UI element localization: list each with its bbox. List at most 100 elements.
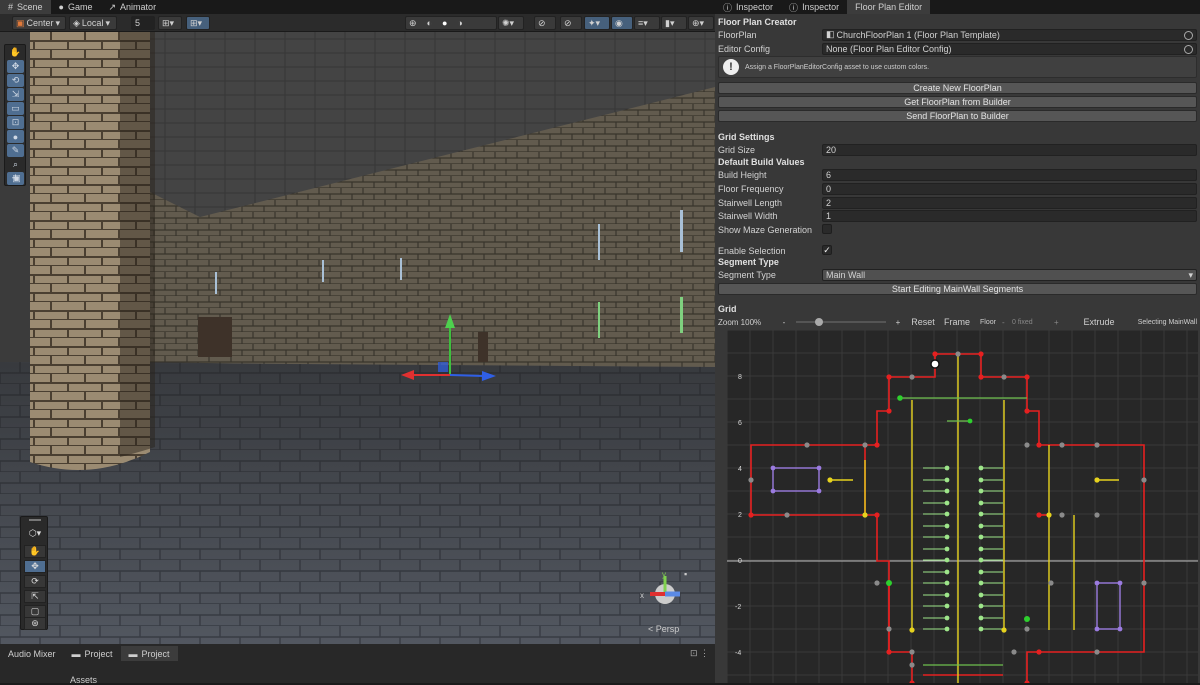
magnifier-icon[interactable]: ⌕ xyxy=(7,158,24,171)
effects-dropdown[interactable]: ✦▾ xyxy=(584,16,610,30)
rotate-tool-button[interactable]: ⟳ xyxy=(24,575,46,588)
zoom-slider[interactable] xyxy=(796,317,886,327)
build-height-field[interactable]: 6 xyxy=(822,168,1197,181)
gizmos-dropdown[interactable]: ⊕▾ xyxy=(688,16,714,30)
grid-visibility-button[interactable]: ⊞▾ xyxy=(186,16,210,30)
scene-visibility-button[interactable]: ◉ xyxy=(611,16,633,30)
grid-size-field[interactable]: 20 xyxy=(822,143,1197,156)
segment-type-dropdown[interactable]: Main Wall ▾ xyxy=(822,268,1197,281)
enable-selection-label: Enable Selection xyxy=(718,245,786,256)
tool-context-dropdown[interactable]: ⬡▾ xyxy=(24,527,46,540)
pivot-icon: ▣ xyxy=(16,17,25,28)
unlit-icon[interactable]: ◑ xyxy=(457,18,462,28)
build-height-row: Build Height 6 xyxy=(718,168,1197,181)
eye-icon: ◉ xyxy=(615,17,623,28)
extrude-button[interactable]: Extrude xyxy=(1074,317,1124,327)
floorplan-field[interactable]: ◧ ChurchFloorPlan 1 (Floor Plan Template) xyxy=(822,28,1197,41)
draw-mode-dropdown[interactable]: ✺▾ xyxy=(498,16,524,30)
asset-icon: ◧ xyxy=(826,29,835,40)
tab-game[interactable]: ● Game xyxy=(51,0,101,14)
enable-selection-checkbox[interactable]: ✓ xyxy=(822,245,832,255)
start-editing-button[interactable]: Start Editing MainWall Segments xyxy=(718,283,1197,295)
editor-config-field[interactable]: None (Floor Plan Editor Config) xyxy=(822,42,1197,55)
send-floorplan-button[interactable]: Send FloorPlan to Builder xyxy=(718,110,1197,122)
move-tool-button[interactable]: ✥ xyxy=(24,560,46,573)
floor-up-button[interactable]: + xyxy=(1054,318,1074,327)
scene-viewport[interactable]: y x ▪ xyxy=(0,32,715,644)
folder-icon: ▬ xyxy=(128,648,138,659)
drag-handle[interactable] xyxy=(29,519,41,521)
2d-toggle-button[interactable]: ⊘ xyxy=(534,16,556,30)
floor-frequency-label: Floor Frequency xyxy=(718,183,784,194)
floor-plan-grid[interactable]: 8 6 4 2 0 -2 -4 xyxy=(727,330,1198,683)
transform-tool-button[interactable]: ⊛ xyxy=(24,617,46,630)
info-icon: ⓘ xyxy=(789,2,799,13)
tab-project-2[interactable]: ▬ Project xyxy=(120,646,178,661)
tab-floor-plan-editor-label: Floor Plan Editor xyxy=(855,2,923,12)
grid-toolbar: Zoom 100% - + Reset Frame Floor - 0 fixe… xyxy=(718,315,1197,329)
rotate-tool-icon[interactable]: ⟲ xyxy=(7,74,24,87)
brush-icon[interactable]: ✎ xyxy=(7,144,24,157)
sphere-icon[interactable]: ● xyxy=(7,130,24,143)
stairwell-width-row: Stairwell Width 1 xyxy=(718,209,1197,222)
segment-type-row: Segment Type Main Wall ▾ xyxy=(718,268,1197,281)
camera-dropdown[interactable]: ▮▾ xyxy=(661,16,687,30)
stairwell-width-field[interactable]: 1 xyxy=(822,209,1197,222)
camera-icon[interactable]: ▣ xyxy=(8,172,25,185)
get-floorplan-button[interactable]: Get FloorPlan from Builder xyxy=(718,96,1197,108)
lock-icon[interactable]: ⊡ ⋮ xyxy=(690,648,709,659)
shaded-icon[interactable]: ● xyxy=(442,18,447,28)
projection-label[interactable]: < Persp xyxy=(648,624,679,634)
wireframe-shading-icon[interactable]: ⊕ xyxy=(409,18,417,29)
space-dropdown[interactable]: ◈ Local ▾ xyxy=(69,16,117,30)
create-new-floorplan-button[interactable]: Create New FloorPlan xyxy=(718,82,1197,94)
section-title: Floor Plan Creator xyxy=(718,17,797,27)
tab-floor-plan-editor[interactable]: Floor Plan Editor xyxy=(847,0,931,14)
rotate-icon: ⟳ xyxy=(31,576,39,586)
frame-button[interactable]: Frame xyxy=(940,317,974,327)
rect-tool-icon[interactable]: ▭ xyxy=(7,102,24,115)
grid-snap-button[interactable]: ⊞▾ xyxy=(158,16,182,30)
zoom-in-button[interactable]: + xyxy=(890,318,906,327)
segment-type-label: Segment Type xyxy=(718,269,776,280)
stairwell-length-field[interactable]: 2 xyxy=(822,196,1197,209)
lock-icon[interactable]: ▪ xyxy=(684,569,687,579)
reset-button[interactable]: Reset xyxy=(906,317,940,327)
object-picker-icon[interactable] xyxy=(1184,30,1193,40)
scale-tool-button[interactable]: ⇱ xyxy=(24,590,46,603)
show-maze-checkbox[interactable] xyxy=(822,224,832,234)
object-picker-icon[interactable] xyxy=(1184,44,1193,54)
zoom-slider-thumb[interactable] xyxy=(814,318,823,326)
floor-frequency-field[interactable]: 0 xyxy=(822,182,1197,195)
pivot-dropdown[interactable]: ▣ Center ▾ xyxy=(12,16,66,30)
move-tool-icon[interactable]: ✥ xyxy=(7,60,24,73)
hand-tool-button[interactable]: ✋ xyxy=(24,545,46,558)
floor-frequency-row: Floor Frequency 0 xyxy=(718,182,1197,195)
grid-axis-label: 6 xyxy=(738,420,742,427)
transform-tool-icon[interactable]: ⊡ xyxy=(7,116,24,129)
tab-inspector-label: Inspector xyxy=(736,2,774,12)
scale-tool-icon[interactable]: ⇲ xyxy=(7,88,24,101)
assets-breadcrumb[interactable]: Assets xyxy=(70,675,97,685)
main-wall-segments[interactable] xyxy=(750,353,1145,683)
selected-vertex[interactable] xyxy=(930,359,940,369)
floor-down-button[interactable]: - xyxy=(1002,318,1012,327)
tab-inspector-2[interactable]: ⓘ Inspector xyxy=(781,0,847,14)
view-tool-icon[interactable]: ✋ xyxy=(7,46,24,59)
floor-plan-canvas: 8 6 4 2 0 -2 -4 xyxy=(727,330,1198,683)
transform-tools-overlay: ⬡▾ ✋ ✥ ⟳ ⇱ ▢ ⊛ xyxy=(20,516,48,630)
layers-dropdown[interactable]: ≡▾ xyxy=(634,16,660,30)
tab-inspector[interactable]: ⓘ Inspector xyxy=(715,0,781,14)
tab-scene-label: Scene xyxy=(17,2,43,12)
tab-audio-mixer[interactable]: Audio Mixer xyxy=(0,646,64,661)
snap-increment-field[interactable]: 5 xyxy=(131,16,155,30)
shaded-wireframe-icon[interactable]: ◐ xyxy=(427,18,432,28)
tab-project[interactable]: ▬ Project xyxy=(64,646,121,661)
tab-audio-mixer-label: Audio Mixer xyxy=(8,648,56,659)
audio-toggle-button[interactable]: ⊘ xyxy=(560,16,582,30)
zoom-out-button[interactable]: - xyxy=(776,318,792,327)
tab-animator[interactable]: ↗ Animator xyxy=(101,0,165,14)
snap-value: 5 xyxy=(135,18,141,28)
bottom-tab-bar: Audio Mixer ▬ Project ▬ Project xyxy=(0,646,178,661)
tab-scene[interactable]: # Scene xyxy=(0,0,51,14)
